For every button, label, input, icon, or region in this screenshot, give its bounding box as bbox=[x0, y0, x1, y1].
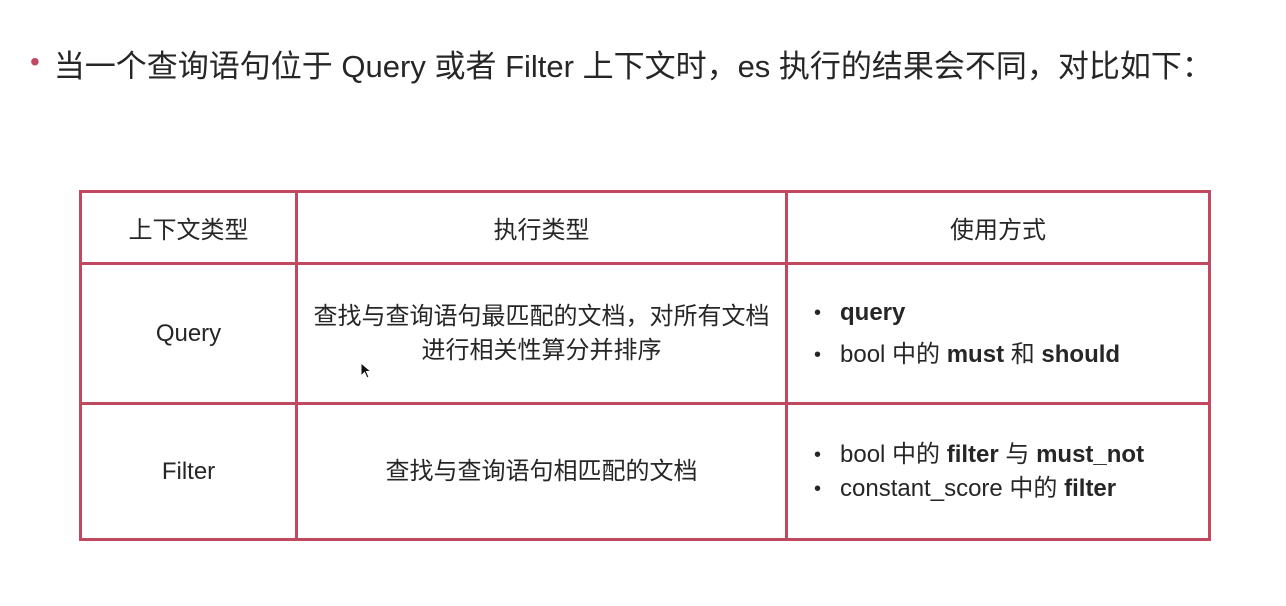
header-context-type: 上下文类型 bbox=[79, 190, 298, 265]
keyword: filter bbox=[1064, 474, 1117, 502]
usage-text: constant_score 中的 bbox=[840, 474, 1065, 502]
usage-list-filter: bool 中的 filter 与 must_not constant_score… bbox=[812, 438, 1208, 506]
exec-type-cell: 查找与查询语句相匹配的文档 bbox=[295, 402, 788, 541]
keyword: query bbox=[840, 298, 906, 326]
context-filter: Filter bbox=[79, 402, 298, 541]
table-header-row: 上下文类型 执行类型 使用方式 bbox=[79, 190, 1211, 265]
usage-text: 与 bbox=[998, 440, 1037, 468]
exec-type-query: 查找与查询语句最匹配的文档，对所有文档进行相关性算分并排序 bbox=[313, 302, 770, 364]
keyword: filter bbox=[946, 440, 999, 468]
keyword: should bbox=[1041, 340, 1121, 368]
usage-text: bool 中的 bbox=[840, 340, 947, 368]
heading-text: 当一个查询语句位于 Query 或者 Filter 上下文时，es 执行的结果会… bbox=[53, 48, 1213, 84]
list-item: bool 中的 must 和 should bbox=[812, 334, 1208, 376]
usage-cell: bool 中的 filter 与 must_not constant_score… bbox=[785, 402, 1211, 541]
header-exec-type: 执行类型 bbox=[295, 190, 788, 265]
table-row: Filter 查找与查询语句相匹配的文档 bool 中的 filter 与 mu… bbox=[79, 402, 1211, 541]
keyword: must_not bbox=[1036, 440, 1145, 468]
list-item: bool 中的 filter 与 must_not bbox=[812, 438, 1208, 472]
exec-type-cell: 查找与查询语句最匹配的文档，对所有文档进行相关性算分并排序 bbox=[295, 262, 788, 405]
bullet-dot-icon: • bbox=[30, 46, 40, 77]
exec-type-filter: 查找与查询语句相匹配的文档 bbox=[385, 457, 698, 485]
usage-list-query: query bool 中的 must 和 should bbox=[812, 292, 1208, 376]
table-row: Query 查找与查询语句最匹配的文档，对所有文档进行相关性算分并排序 quer… bbox=[79, 262, 1211, 405]
usage-text: bool 中的 bbox=[840, 440, 947, 468]
comparison-table: 上下文类型 执行类型 使用方式 Query 查找与查询语句最匹配的文档，对所有文… bbox=[79, 190, 1211, 541]
usage-text: 和 bbox=[1004, 340, 1042, 368]
list-item: query bbox=[812, 292, 1208, 334]
mouse-pointer-icon bbox=[360, 362, 372, 379]
list-item: constant_score 中的 filter bbox=[812, 472, 1208, 506]
slide-heading: • 当一个查询语句位于 Query 或者 Filter 上下文时，es 执行的结… bbox=[30, 38, 1270, 88]
header-usage: 使用方式 bbox=[785, 190, 1211, 265]
keyword: must bbox=[946, 340, 1005, 368]
context-query: Query bbox=[79, 262, 298, 405]
usage-cell: query bool 中的 must 和 should bbox=[785, 262, 1211, 405]
